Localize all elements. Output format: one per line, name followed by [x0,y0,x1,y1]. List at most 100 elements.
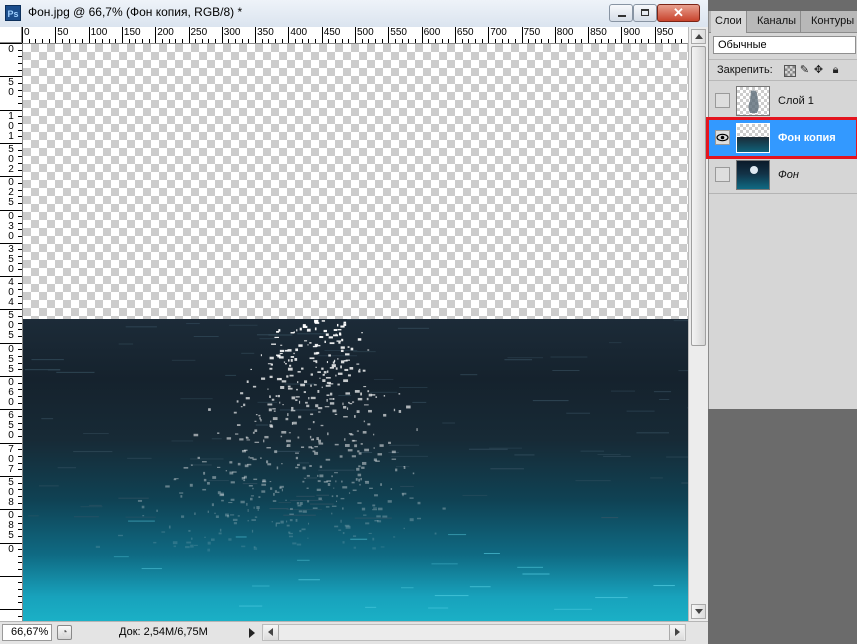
ruler-origin[interactable] [0,27,22,43]
water-glint [274,450,278,454]
ruler-tick [361,39,363,43]
layer-visibility-toggle[interactable] [715,167,730,182]
horizontal-ruler[interactable]: 0 50 100 150 200 250 300 350 400 450 500 550 600 650 7… [22,27,688,44]
vertical-scrollbar[interactable] [688,27,708,621]
water-glint [391,458,397,460]
ruler-tick [568,39,570,43]
ruler-label: 2 [8,163,14,175]
water-glint [211,503,214,507]
ruler-tick [18,229,22,231]
water-glint [325,458,331,461]
ruler-tick [315,39,317,43]
zoom-level-field[interactable]: 66,67% [2,624,52,641]
scroll-right-button[interactable] [669,625,684,640]
document-size-info: Док: 2,54M/6,75M [119,626,208,638]
zoom-options-icon[interactable]: ◔ [57,625,72,640]
water-glint [317,480,321,483]
ruler-tick [188,27,190,43]
water-glint [249,457,254,459]
water-glint [180,495,183,498]
scroll-down-button[interactable] [691,604,706,619]
water-glint [372,547,376,550]
water-glint [373,458,377,462]
water-glint [318,439,322,443]
scroll-left-button[interactable] [264,625,279,640]
layer-visibility-toggle[interactable] [715,130,730,145]
water-glint [247,509,249,512]
water-glint [354,390,360,393]
water-glint [261,480,267,483]
ruler-tick [461,39,463,43]
layer-row-sloy-1[interactable]: Слой 1 [709,83,857,120]
water-glint [298,510,303,513]
lock-position-move-icon[interactable]: ✥ [812,64,825,77]
water-glint [312,345,317,348]
water-glint [317,389,320,393]
wave-streak [554,608,593,610]
water-glint [358,368,361,370]
close-button[interactable]: ✕ [657,4,700,22]
water-glint [287,413,289,417]
tab-layers[interactable]: Слои [711,11,747,33]
ruler-tick [18,149,22,151]
layer-visibility-toggle[interactable] [715,93,730,108]
layers-panel: Слои Каналы Контуры Обычные Закрепить: ✎… [708,11,857,409]
water-glint [308,397,310,400]
tab-channels[interactable]: Каналы [753,11,802,32]
ruler-tick [18,216,22,218]
lock-all-icon[interactable]: 🔒︎ [829,64,842,77]
ruler-label: 5 [8,330,14,342]
water-glint [328,336,333,339]
water-glint [338,341,341,344]
water-glint [236,424,241,427]
scroll-up-button[interactable] [691,29,706,44]
water-glint [207,481,210,485]
layer-row-fon[interactable]: Фон [709,157,857,194]
document-title-bar[interactable]: Ps Фон.jpg @ 66,7% (Фон копия, RGB/8) * … [0,0,708,28]
moonlight-sparkles [24,319,688,610]
water-glint [331,512,333,515]
layer-row-fon-kopiya[interactable]: Фон копия [709,120,857,157]
ruler-tick [175,39,177,43]
ruler-tick [18,129,22,131]
status-menu-arrow-icon[interactable] [249,628,255,638]
water-glint [326,361,329,364]
lock-row: Закрепить: ✎ ✥ 🔒︎ [709,59,857,81]
water-glint [156,509,158,512]
ruler-label: 5 [8,530,14,542]
water-glint [335,367,338,370]
lock-transparency-icon[interactable] [784,65,796,77]
water-glint [343,416,348,418]
water-glint [333,487,335,489]
wave-streak [57,467,76,469]
water-glint [326,370,329,373]
water-glint [291,406,294,410]
water-glint [240,406,243,408]
minimize-button[interactable] [609,4,633,22]
wave-streak [597,453,621,455]
ruler-tick [341,39,343,43]
water-glint [301,367,304,370]
water-glint [185,545,190,549]
ruler-tick [541,39,543,43]
water-glint [277,491,280,494]
vertical-scroll-thumb[interactable] [691,46,706,346]
water-glint [382,515,388,518]
maximize-button[interactable] [633,4,657,22]
horizontal-scrollbar[interactable] [262,624,686,641]
blend-mode-select[interactable]: Обычные [713,36,856,54]
ruler-tick [0,575,22,577]
water-glint [228,501,233,504]
water-glint [230,498,235,501]
lock-pixels-brush-icon[interactable]: ✎ [798,64,811,77]
image-canvas[interactable] [23,44,688,621]
water-glint [316,488,321,492]
vertical-ruler[interactable]: 0501015020250303504045050550606507075080… [0,43,23,621]
water-glint [229,461,233,464]
water-glint [325,333,329,336]
water-glint [309,464,312,467]
tab-paths[interactable]: Контуры [807,11,857,32]
water-glint [280,344,283,346]
close-icon: ✕ [673,5,684,20]
water-glint [314,327,317,331]
